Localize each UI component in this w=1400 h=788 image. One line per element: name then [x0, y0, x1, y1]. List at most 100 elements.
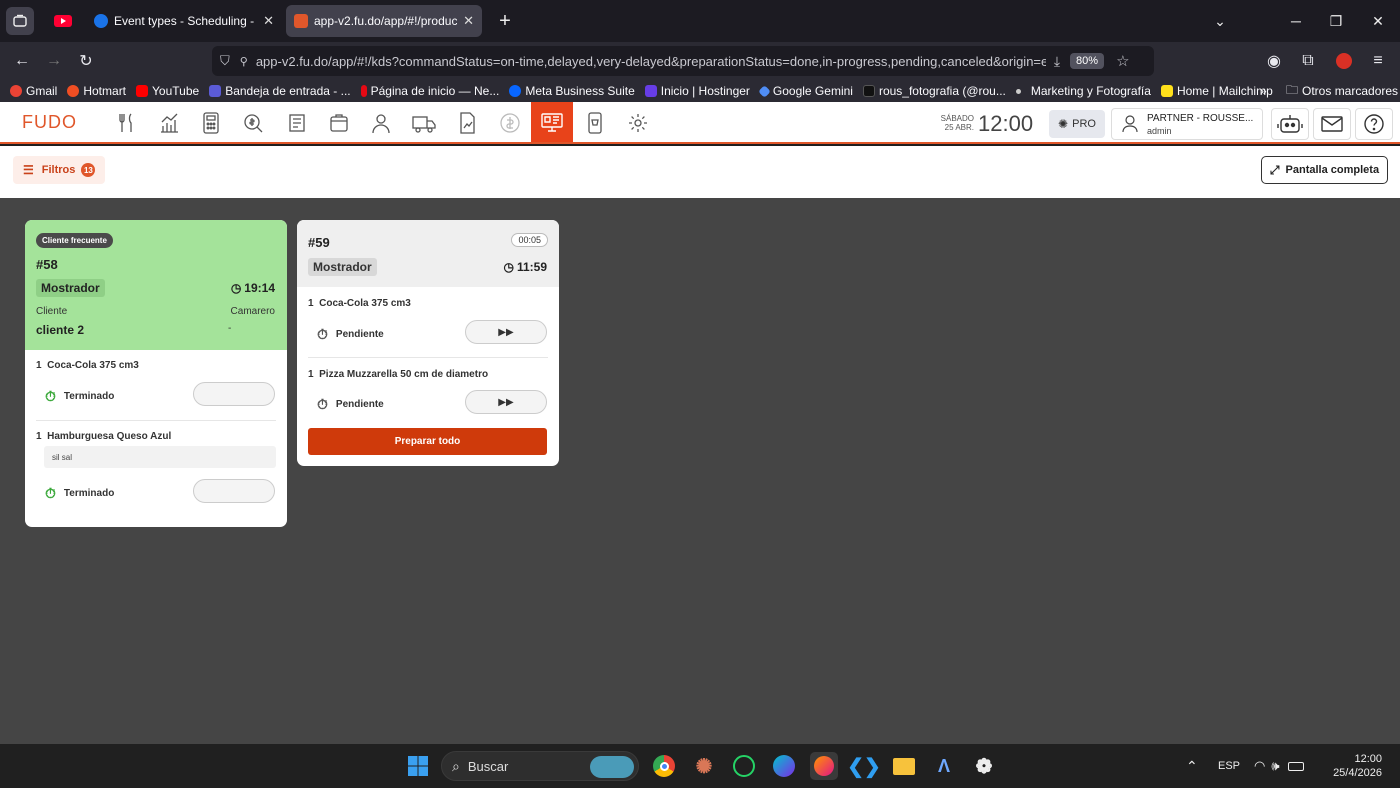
bookmark-star-icon[interactable]: ☆ [1116, 52, 1129, 70]
order-card[interactable]: #59 00:05 Mostrador ◷ 11:59 1 Coca-Cola … [297, 220, 559, 466]
tab-event-types[interactable]: Event types - Scheduling - Calen ✕ [86, 5, 282, 37]
stopwatch-pending-icon: ⏱ [317, 396, 328, 412]
payments-coin-icon[interactable] [489, 108, 531, 138]
vscode-icon[interactable]: ❮❯ [847, 752, 881, 780]
more-bookmarks-chevron-icon[interactable]: » [1260, 84, 1267, 98]
taskbar-search[interactable]: ⌕ Buscar [441, 751, 639, 781]
menu-icon[interactable]: ≡ [1362, 45, 1394, 77]
bookmark-mailchimp[interactable]: Home | Mailchimp [1160, 84, 1273, 98]
bookmark-inbox[interactable]: Bandeja de entrada - ... [209, 84, 351, 98]
claude-icon[interactable]: ✺ [690, 752, 718, 780]
adblock-extension-icon[interactable] [1328, 45, 1360, 77]
bookmark-netflix[interactable]: Página de inicio — Ne... [360, 84, 499, 98]
reports-chart-icon[interactable] [148, 108, 190, 138]
settings-gear-icon[interactable] [617, 108, 659, 138]
prepare-all-button[interactable]: Preparar todo [308, 428, 547, 455]
network-volume-battery[interactable]: ◠ 🕪 [1254, 744, 1304, 788]
download-page-icon[interactable]: ⤓ [1054, 53, 1060, 70]
fudo-logo[interactable]: FUDO [22, 112, 77, 133]
tab-title: app-v2.fu.do/app/#!/products/ [314, 14, 458, 28]
inventory-box-icon[interactable] [318, 108, 360, 138]
item-action-button[interactable] [193, 479, 275, 503]
filters-button[interactable]: ☰ Filtros 13 [13, 156, 106, 184]
customers-person-icon[interactable] [360, 108, 402, 138]
browser-nav-bar: ← → ↻ ⛉ ⚲ app-v2.fu.do/app/#!/kds?comman… [0, 42, 1400, 80]
item-action-button[interactable] [193, 382, 275, 406]
advance-status-button[interactable]: ▶▶ [465, 390, 547, 414]
close-tab-icon[interactable]: ✕ [263, 13, 274, 29]
site-permissions-icon[interactable]: ⚲ [240, 55, 248, 68]
close-tab-icon[interactable]: ✕ [463, 13, 474, 29]
other-bookmarks[interactable]: 🗀 Otros marcadores [1286, 81, 1398, 102]
account-icon[interactable]: ◉ [1258, 45, 1290, 77]
user-menu[interactable]: PARTNER - ROUSSE... admin [1111, 108, 1263, 140]
bookmark-hotmart[interactable]: Hotmart [67, 84, 126, 98]
new-tab-button[interactable]: + [492, 10, 518, 33]
canva-icon[interactable] [770, 752, 798, 780]
clock-area[interactable]: 12:00 25/4/2026 [1328, 744, 1382, 788]
bookmark-gemini[interactable]: Google Gemini [758, 84, 853, 98]
clock-icon: ◷ [230, 281, 242, 295]
restore-button[interactable]: ❐ [1314, 0, 1358, 42]
search-money-icon[interactable] [232, 108, 274, 138]
chrome-icon[interactable] [650, 752, 678, 780]
bookmark-tiktok[interactable]: rous_fotografia (@rou... [862, 84, 1006, 98]
menu-cutlery-icon[interactable] [106, 108, 148, 138]
bookmark-meta-business[interactable]: Meta Business Suite [509, 84, 635, 98]
tray-chevron-icon[interactable]: ⌃ [1186, 744, 1198, 788]
bookmark-gmail[interactable]: Gmail [10, 84, 57, 98]
reload-icon[interactable]: ↻ [70, 45, 102, 77]
bookmark-hostinger[interactable]: Inicio | Hostinger [644, 84, 750, 98]
assistant-robot-button[interactable] [1271, 108, 1309, 140]
document-chart-icon[interactable] [446, 108, 488, 138]
help-button[interactable] [1355, 108, 1393, 140]
user-role: admin [1147, 126, 1172, 136]
url-text[interactable]: app-v2.fu.do/app/#!/kds?commandStatus=on… [256, 54, 1046, 69]
delivery-truck-icon[interactable] [403, 108, 445, 138]
order-card-header: Cliente frecuente #58 Mostrador ◷ 19:14 … [25, 220, 287, 350]
whatsapp-icon[interactable] [730, 752, 758, 780]
divider [36, 420, 276, 421]
order-origin: Mostrador [36, 279, 105, 297]
fullscreen-button[interactable]: ⤢ Pantalla completa [1261, 156, 1388, 184]
language-indicator[interactable]: ESP [1218, 744, 1240, 788]
gemini-icon [758, 84, 771, 98]
forward-arrow-icon[interactable]: → [38, 45, 70, 77]
chatgpt-icon[interactable]: ❁ [970, 752, 998, 780]
bookmark-marketing[interactable]: Marketing y Fotografía [1015, 84, 1151, 98]
firefox-icon[interactable] [810, 752, 838, 780]
address-bar[interactable]: ⛉ ⚲ app-v2.fu.do/app/#!/kds?commandStatu… [212, 46, 1154, 76]
bookmark-youtube[interactable]: YouTube [136, 84, 199, 98]
file-explorer-icon[interactable] [890, 752, 918, 780]
stopwatch-done-icon: ⏱ [45, 485, 56, 501]
receipt-icon[interactable] [276, 108, 318, 138]
advance-status-button[interactable]: ▶▶ [465, 320, 547, 344]
mail-icon [1321, 116, 1343, 132]
back-arrow-icon[interactable]: ← [6, 45, 38, 77]
tab-list-chevron-icon[interactable]: ⌄ [1198, 0, 1242, 42]
tab-overview-icon[interactable] [6, 7, 34, 35]
order-card[interactable]: Cliente frecuente #58 Mostrador ◷ 19:14 … [25, 220, 287, 527]
kitchen-display-icon[interactable] [531, 102, 573, 142]
user-avatar-icon [1122, 115, 1138, 136]
close-window-button[interactable]: ✕ [1356, 0, 1400, 42]
tab-fudo-app[interactable]: app-v2.fu.do/app/#!/products/ ✕ [286, 5, 482, 37]
stopwatch-done-icon: ⏱ [45, 388, 56, 404]
windows-start-icon[interactable] [404, 752, 432, 780]
plan-badge[interactable]: ✺ PRO [1049, 110, 1105, 138]
zoom-level[interactable]: 80% [1070, 53, 1105, 69]
hotmart-icon [67, 85, 80, 97]
youtube-pinned-tab-icon[interactable] [48, 6, 78, 36]
robot-icon [1277, 115, 1303, 133]
messages-button[interactable] [1313, 108, 1351, 140]
shield-icon[interactable]: ⛉ [220, 53, 230, 69]
extensions-icon[interactable]: ⧉ [1292, 45, 1324, 77]
mobile-cart-icon[interactable] [574, 108, 616, 138]
order-number: #59 [308, 235, 330, 250]
calculator-icon[interactable] [190, 108, 232, 138]
fast-forward-icon: ▶▶ [498, 326, 514, 338]
gmail-icon [10, 85, 22, 97]
calendly-icon [94, 14, 108, 28]
app-a-icon[interactable]: Λ [930, 752, 958, 780]
minimize-button[interactable]: ─ [1274, 0, 1318, 42]
